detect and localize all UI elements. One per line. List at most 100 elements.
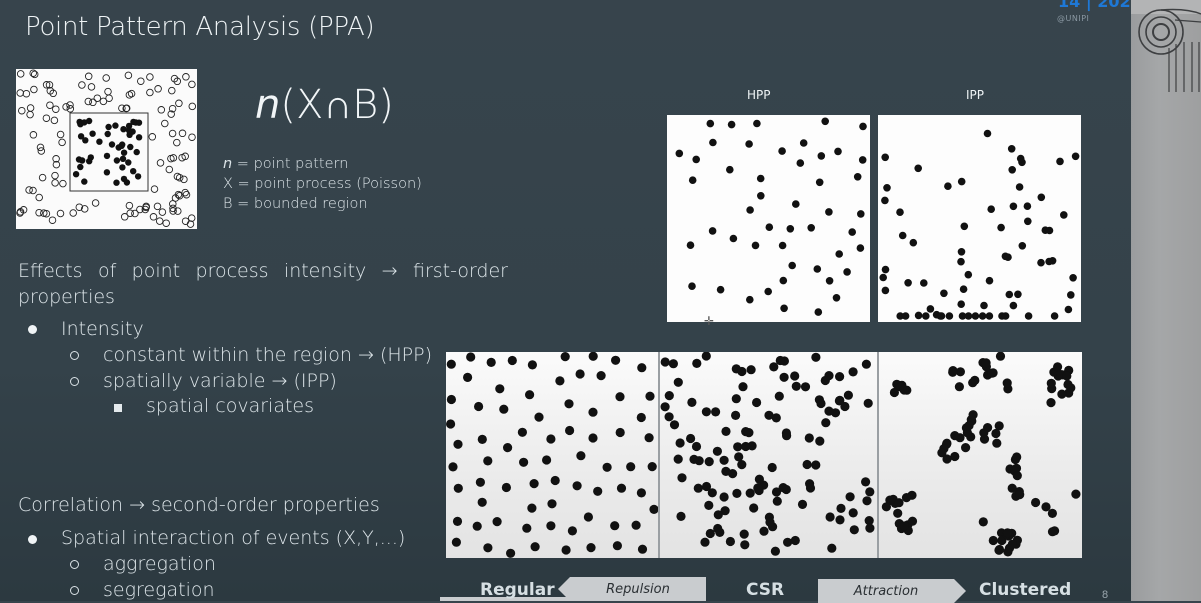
unobserved-point [30, 85, 38, 94]
event-point [791, 381, 801, 391]
event-point [1012, 471, 1022, 481]
event-point [898, 231, 907, 240]
unobserved-point [118, 104, 126, 112]
event-point [865, 487, 875, 497]
unobserved-point [188, 80, 196, 89]
event-point [530, 542, 540, 552]
event-point [706, 119, 715, 128]
event-point [712, 446, 722, 456]
event-point [588, 407, 598, 417]
event-point [1015, 183, 1024, 191]
event-point [561, 545, 571, 555]
event-point [992, 438, 1002, 448]
event-point [664, 391, 674, 401]
unobserved-point [161, 119, 169, 128]
event-point [616, 483, 627, 493]
event-point [1071, 152, 1080, 161]
unobserved-point [42, 114, 51, 122]
event-point [676, 511, 686, 521]
attraction-label: Attraction [853, 583, 919, 599]
event-point [113, 157, 121, 164]
unobserved-point [124, 71, 133, 80]
sub-bullet-hpp: constant within the region → (HPP) [103, 344, 432, 366]
event-point [527, 503, 537, 513]
event-point [647, 462, 657, 472]
unobserved-point [56, 130, 65, 139]
event-point [783, 537, 793, 547]
event-point [713, 510, 723, 520]
unobserved-point [157, 106, 166, 114]
event-point [751, 241, 760, 250]
event-point [688, 176, 697, 184]
event-point [477, 434, 487, 444]
bullet-circle-icon [70, 351, 79, 360]
event-point [1071, 489, 1081, 499]
event-point [843, 268, 851, 276]
event-point [1005, 290, 1014, 299]
unobserved-point [59, 179, 67, 188]
unobserved-point [51, 179, 59, 187]
event-point [881, 265, 890, 274]
event-point [72, 171, 80, 178]
unobserved-point [120, 213, 129, 221]
event-point [964, 312, 973, 320]
unobserved-point [51, 171, 59, 180]
event-point [746, 365, 756, 375]
event-point [815, 436, 825, 446]
event-point [899, 521, 909, 531]
event-point [701, 352, 711, 361]
event-point [704, 457, 714, 467]
unobserved-point [146, 88, 154, 97]
event-point [957, 300, 965, 308]
event-point [909, 238, 918, 247]
unobserved-point [91, 199, 100, 207]
unobserved-point [182, 73, 190, 81]
event-point [130, 168, 137, 175]
event-point [719, 492, 729, 502]
unobserved-point [168, 129, 177, 138]
event-point [81, 119, 88, 126]
event-point [446, 419, 456, 429]
event-point [542, 455, 552, 465]
event-point [835, 515, 845, 525]
event-point [790, 371, 800, 381]
event-point [834, 147, 842, 156]
event-point [1007, 483, 1017, 493]
event-point [636, 412, 646, 423]
unobserved-point [146, 73, 154, 81]
event-point [669, 420, 680, 430]
event-point [673, 454, 683, 464]
unobserved-point [175, 99, 183, 108]
event-point [740, 540, 750, 550]
event-point [997, 223, 1005, 232]
event-point [964, 270, 973, 279]
event-point [575, 369, 585, 379]
event-point [687, 397, 697, 407]
event-point [950, 451, 960, 462]
event-point [848, 228, 856, 236]
event-point [881, 286, 890, 295]
event-point [764, 410, 774, 420]
legend-item-x: X = point process (Poisson) [223, 176, 422, 192]
unobserved-point [148, 133, 157, 141]
mouse-cursor-icon: ✛ [704, 314, 715, 328]
event-point [612, 541, 622, 551]
formula: n(X∩B) [255, 82, 394, 128]
event-point [475, 477, 485, 487]
event-point [985, 312, 994, 320]
event-point [451, 537, 461, 547]
event-point [922, 312, 930, 320]
event-point [732, 488, 742, 498]
event-point [733, 442, 743, 452]
event-point [565, 425, 575, 436]
unobserved-point [180, 175, 188, 184]
event-point [517, 427, 527, 437]
event-point [832, 294, 841, 302]
sub-bullet-segregation: segregation [103, 579, 215, 601]
unobserved-point [178, 129, 187, 138]
event-point [859, 122, 867, 131]
event-point [753, 483, 763, 493]
event-point [978, 517, 988, 527]
event-point [983, 423, 993, 433]
ipp-point-pattern [879, 129, 1080, 320]
